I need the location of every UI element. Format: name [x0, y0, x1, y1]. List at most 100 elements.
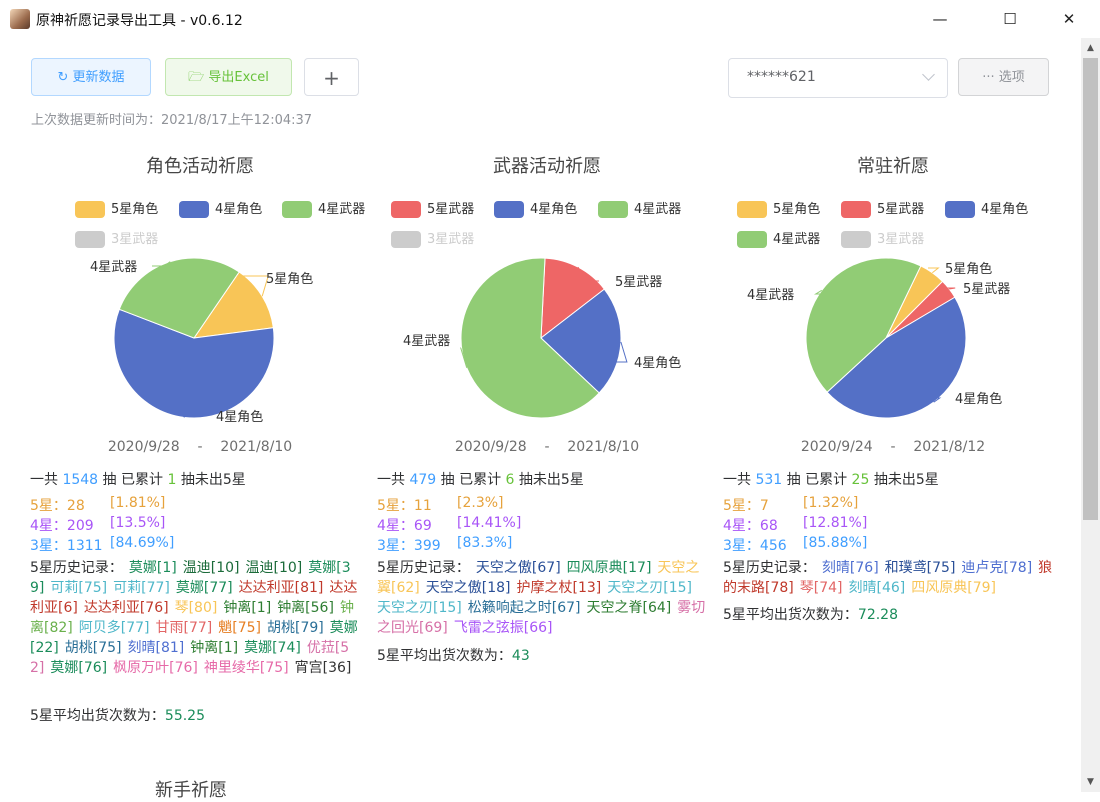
history-item: 天空之傲[18]	[425, 580, 511, 596]
stat-label: 4星：	[377, 518, 414, 534]
five-star-history: 5星历史记录： 莫娜[1] 温迪[10] 温迪[10] 莫娜[39] 可莉[75] 可莉[7…	[30, 558, 360, 678]
close-button[interactable]: ✕	[1046, 4, 1092, 34]
stat-count: 1311	[66, 538, 103, 554]
add-button[interactable]: +	[304, 58, 359, 96]
legend-swatch	[494, 201, 524, 218]
minimize-button[interactable]: —	[917, 4, 963, 34]
pie-label: 4星武器	[90, 260, 137, 275]
pity-count: 25	[851, 472, 870, 488]
total-pulls: 1548	[62, 472, 99, 488]
history-item: 刻晴[46]	[848, 580, 906, 596]
history-item: 护摩之杖[13]	[516, 580, 602, 596]
stat-count: 11	[413, 498, 432, 514]
history-item: 飞雷之弦振[66]	[453, 620, 553, 636]
scroll-thumb[interactable]	[1083, 58, 1098, 520]
legend-item[interactable]: 3星武器	[391, 228, 474, 248]
history-item: 胡桃[79]	[267, 620, 324, 636]
pie-chart[interactable]: 5星武器 4星角色 4星武器	[377, 148, 717, 438]
rarity-stat: 3星：1311 [84.69%]	[30, 535, 174, 555]
stat-percent: [12.81%]	[803, 515, 868, 531]
account-select[interactable]: ******621	[728, 58, 948, 98]
date-range: 2020/9/28 - 2021/8/10	[377, 439, 717, 455]
legend-item[interactable]: 3星武器	[841, 228, 924, 248]
history-item: 琴[74]	[799, 580, 843, 596]
summary-prefix: 一共	[30, 472, 58, 488]
legend-item[interactable]: 4星武器	[737, 228, 820, 248]
legend-swatch	[391, 201, 421, 218]
pie-label: 4星角色	[955, 391, 1002, 407]
rarity-stat: 5星：7 [1.32%]	[723, 495, 858, 515]
legend-item[interactable]: 5星角色	[75, 198, 158, 218]
pie-label: 4星角色	[216, 409, 263, 425]
legend-item[interactable]: 4星角色	[945, 198, 1028, 218]
date-separator: -	[890, 439, 896, 455]
five-star-history: 5星历史记录： 天空之傲[67] 四风原典[17] 天空之翼[62] 天空之傲[18] 护…	[377, 558, 707, 638]
legend-item[interactable]: 4星角色	[179, 198, 262, 218]
pull-summary: 一共 479 抽 已累计 6 抽未出5星	[377, 469, 584, 489]
history-item: 钟离[56]	[277, 600, 334, 616]
legend-swatch	[737, 231, 767, 248]
date-start: 2020/9/24	[800, 439, 873, 455]
average-pulls: 5星平均出货次数为：43	[377, 645, 530, 665]
legend-item[interactable]: 4星武器	[598, 198, 681, 218]
pie-chart[interactable]: 5星角色 4星角色 4星武器	[30, 148, 370, 438]
date-end: 2021/8/12	[913, 439, 986, 455]
rarity-stat: 4星：68 [12.81%]	[723, 515, 867, 535]
stat-label: 5星：	[723, 498, 760, 514]
legend-item[interactable]: 4星角色	[494, 198, 577, 218]
summary-mid: 抽 已累计	[102, 472, 163, 488]
stat-percent: [84.69%]	[110, 535, 175, 551]
options-button[interactable]: ··· 选项	[958, 58, 1049, 96]
folder-open-icon: 🗁	[188, 70, 209, 85]
history-item: 可莉[75]	[50, 580, 108, 596]
legend-item[interactable]: 5星角色	[737, 198, 820, 218]
scroll-down-arrow-icon[interactable]: ▼	[1081, 774, 1100, 790]
legend-label: 5星武器	[427, 202, 475, 217]
stat-percent: [1.32%]	[803, 495, 859, 511]
maximize-button[interactable]: ☐	[987, 4, 1033, 34]
date-range: 2020/9/28 - 2021/8/10	[30, 439, 370, 455]
pie-chart[interactable]: 5星角色 5星武器 4星角色 4星武器	[723, 148, 1063, 438]
pie-label: 5星角色	[266, 271, 313, 287]
legend-item[interactable]: 5星武器	[391, 198, 474, 218]
summary-suffix: 抽未出5星	[518, 472, 584, 488]
summary-prefix: 一共	[723, 472, 751, 488]
export-label: 导出Excel	[208, 70, 269, 85]
history-item: 达达利亚[76]	[83, 600, 169, 616]
stat-percent: [13.5%]	[110, 515, 166, 531]
average-label: 5星平均出货次数为：	[30, 708, 165, 724]
legend-swatch	[841, 231, 871, 248]
rarity-stat: 3星：399 [83.3%]	[377, 535, 512, 555]
legend-item[interactable]: 5星武器	[841, 198, 924, 218]
pie-label: 5星武器	[963, 282, 1010, 297]
title-bar: 原神祈愿记录导出工具 - v0.6.12 — ☐ ✕	[0, 0, 1100, 38]
refresh-label: 更新数据	[72, 70, 125, 85]
window-title: 原神祈愿记录导出工具 - v0.6.12	[36, 13, 243, 29]
summary-mid: 抽 已累计	[786, 472, 848, 488]
history-item: 可莉[77]	[113, 580, 170, 596]
history-item: 温迪[10]	[182, 560, 240, 576]
date-end: 2021/8/10	[220, 439, 293, 455]
vertical-scrollbar[interactable]: ▲ ▼	[1081, 38, 1100, 792]
legend-item[interactable]: 3星武器	[75, 228, 158, 248]
scroll-up-arrow-icon[interactable]: ▲	[1081, 40, 1100, 56]
refresh-button[interactable]: ↻ 更新数据	[31, 58, 151, 96]
export-excel-button[interactable]: 🗁 导出Excel	[165, 58, 292, 96]
history-item: 钟离[1]	[190, 640, 239, 656]
history-label: 5星历史记录：	[723, 560, 816, 576]
stat-percent: [83.3%]	[457, 535, 513, 551]
date-range: 2020/9/24 - 2021/8/12	[723, 439, 1063, 455]
legend-item[interactable]: 4星武器	[282, 198, 365, 218]
options-label: 选项	[998, 70, 1025, 85]
legend-label: 4星角色	[215, 202, 263, 217]
rarity-stat: 4星：69 [14.41%]	[377, 515, 521, 535]
average-pulls: 5星平均出货次数为：55.25	[30, 705, 205, 725]
summary-suffix: 抽未出5星	[180, 472, 246, 488]
stat-label: 3星：	[723, 538, 760, 554]
stat-count: 456	[759, 538, 787, 554]
legend-label: 4星角色	[981, 202, 1029, 217]
more-icon: ···	[982, 70, 999, 85]
legend-label: 4星武器	[634, 202, 682, 217]
average-value: 55.25	[164, 708, 206, 724]
history-item: 和璞鸢[75]	[884, 560, 956, 576]
